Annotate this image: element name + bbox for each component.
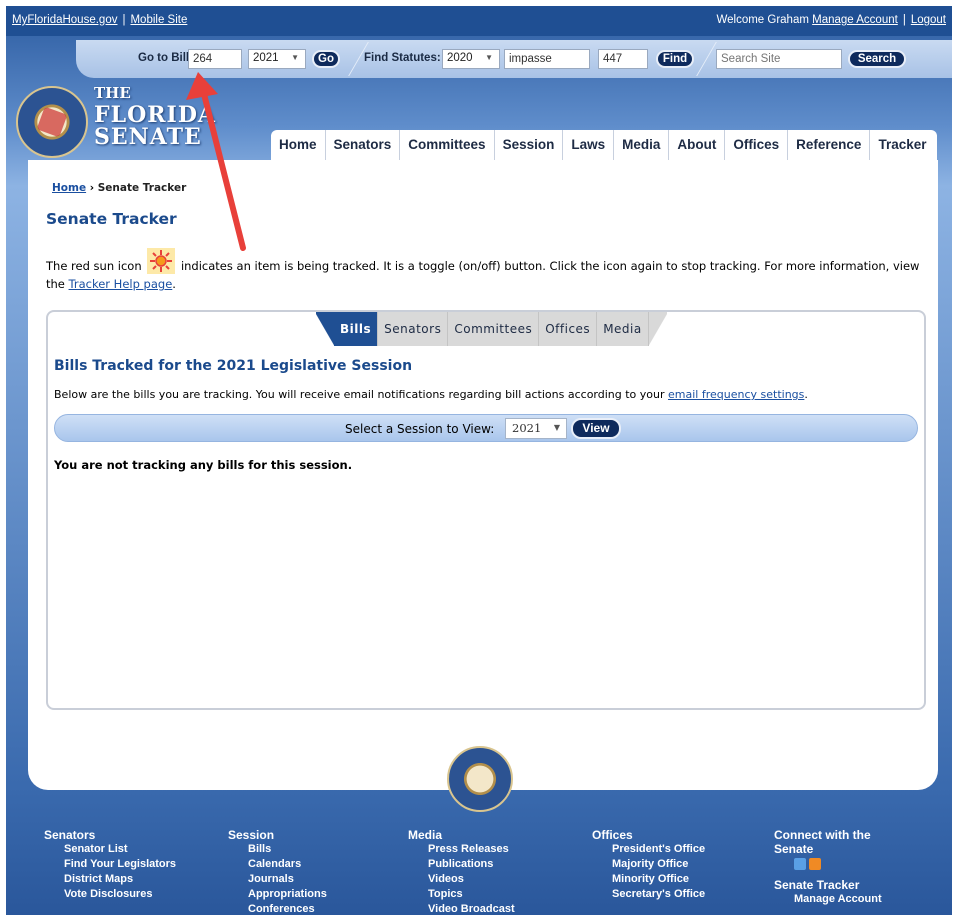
search-button[interactable]: Search (848, 50, 906, 68)
footer-link[interactable]: Bills (228, 842, 327, 857)
florida-senate-seal[interactable] (16, 86, 88, 158)
chevron-down-icon: ▼ (553, 423, 560, 432)
footer-link[interactable]: Calendars (228, 857, 327, 872)
nav-session[interactable]: Session (495, 130, 564, 160)
rss-icon[interactable] (809, 857, 821, 870)
bill-number-input[interactable] (188, 49, 242, 69)
welcome-text: Welcome Graham (716, 14, 809, 26)
footer-media-heading[interactable]: Media (408, 828, 515, 842)
panel-title: Bills Tracked for the 2021 Legislative S… (54, 358, 413, 374)
nav-offices[interactable]: Offices (725, 130, 789, 160)
logout-link[interactable]: Logout (911, 14, 946, 26)
footer-link[interactable]: Videos (408, 872, 515, 887)
myfloridahouse-link[interactable]: MyFloridaHouse.gov (12, 14, 117, 26)
footer-link[interactable]: Press Releases (408, 842, 515, 857)
breadcrumb-current: Senate Tracker (97, 182, 187, 194)
intro-text: The red sun icon indicates an item is be… (46, 248, 926, 293)
footer-link[interactable]: President's Office (592, 842, 705, 857)
footer-link[interactable]: Manage Account (774, 892, 882, 907)
breadcrumb-home-link[interactable]: Home (52, 182, 86, 194)
footer-link[interactable]: Video Broadcast (408, 902, 515, 915)
footer-link[interactable]: Appropriations (228, 887, 327, 902)
site-footer: Senators Senator List Find Your Legislat… (6, 828, 952, 915)
footer-senators-heading[interactable]: Senators (44, 828, 176, 842)
session-selector-bar: Select a Session to View: 2021 ▼ View (54, 414, 918, 442)
main-content: Home › Senate Tracker Senate Tracker The… (28, 160, 938, 790)
statute-number-input[interactable] (598, 49, 648, 69)
main-nav: Home Senators Committees Session Laws Me… (271, 130, 937, 160)
nav-media[interactable]: Media (614, 130, 670, 160)
email-frequency-link[interactable]: email frequency settings (668, 388, 804, 401)
nav-senators[interactable]: Senators (326, 130, 401, 160)
nav-tracker[interactable]: Tracker (870, 130, 934, 160)
breadcrumb: Home › Senate Tracker (52, 182, 186, 194)
tab-committees[interactable]: Committees (448, 312, 540, 346)
site-toolbar: Go to Bill: 2021▼ Go Find Statutes: 2020… (76, 40, 952, 78)
nav-committees[interactable]: Committees (400, 130, 495, 160)
statute-query-input[interactable] (504, 49, 590, 69)
footer-tracker-heading[interactable]: Senate Tracker (774, 878, 882, 892)
footer-seal (447, 746, 513, 812)
statute-year-select[interactable]: 2020 ▼ (442, 49, 500, 69)
nav-about[interactable]: About (669, 130, 726, 160)
tracker-tabs: Bills Senators Committees Offices Media (316, 312, 667, 346)
page-title: Senate Tracker (46, 210, 177, 228)
nav-laws[interactable]: Laws (563, 130, 615, 160)
tab-bills[interactable]: Bills (334, 312, 379, 346)
chevron-down-icon: ▼ (485, 53, 493, 62)
footer-link[interactable]: Conferences (228, 902, 327, 915)
chevron-down-icon: ▼ (291, 53, 299, 62)
red-sun-icon (147, 248, 176, 274)
nav-reference[interactable]: Reference (788, 130, 871, 160)
session-select[interactable]: 2021 ▼ (505, 418, 567, 439)
tracker-panel: Bills Senators Committees Offices Media … (46, 310, 926, 710)
footer-link[interactable]: Journals (228, 872, 327, 887)
tracker-help-link[interactable]: Tracker Help page (69, 277, 173, 291)
tab-offices[interactable]: Offices (539, 312, 598, 346)
footer-link[interactable]: Publications (408, 857, 515, 872)
utility-bar: MyFloridaHouse.gov | Mobile Site Welcome G… (6, 6, 952, 36)
tab-media[interactable]: Media (597, 312, 649, 346)
panel-description: Below are the bills you are tracking. Yo… (54, 388, 808, 401)
footer-link[interactable]: Majority Office (592, 857, 705, 872)
search-site-input[interactable] (716, 49, 842, 69)
footer-connect-heading-2: Senate (774, 842, 814, 856)
footer-link[interactable]: District Maps (44, 872, 176, 887)
view-button[interactable]: View (571, 418, 621, 439)
go-button[interactable]: Go (312, 50, 340, 68)
footer-link[interactable]: Topics (408, 887, 515, 902)
footer-link[interactable]: Minority Office (592, 872, 705, 887)
footer-link[interactable]: Vote Disclosures (44, 887, 176, 902)
nav-home[interactable]: Home (271, 130, 326, 160)
mobile-site-link[interactable]: Mobile Site (130, 14, 187, 26)
bill-year-select[interactable]: 2021 ▼ (248, 49, 306, 69)
browser-viewport: MyFloridaHouse.gov | Mobile Site Welcome G… (6, 6, 952, 915)
breadcrumb-separator: › (89, 182, 95, 194)
find-statutes-label: Find Statutes: (364, 52, 441, 64)
footer-connect-heading: Connect with the (774, 828, 871, 842)
footer-link[interactable]: Senator List (44, 842, 176, 857)
manage-account-link[interactable]: Manage Account (812, 14, 898, 26)
tab-senators[interactable]: Senators (378, 312, 449, 346)
senate-logo[interactable]: THE FLORIDA SENATE (94, 82, 216, 148)
footer-session-heading[interactable]: Session (228, 828, 327, 842)
empty-state-message: You are not tracking any bills for this … (54, 458, 353, 472)
find-button[interactable]: Find (656, 50, 694, 68)
go-to-bill-label: Go to Bill: (138, 52, 193, 64)
footer-link[interactable]: Secretary's Office (592, 887, 705, 902)
twitter-icon[interactable] (794, 857, 806, 870)
footer-link[interactable]: Find Your Legislators (44, 857, 176, 872)
session-label: Select a Session to View: (345, 422, 495, 436)
footer-offices-heading[interactable]: Offices (592, 828, 705, 842)
